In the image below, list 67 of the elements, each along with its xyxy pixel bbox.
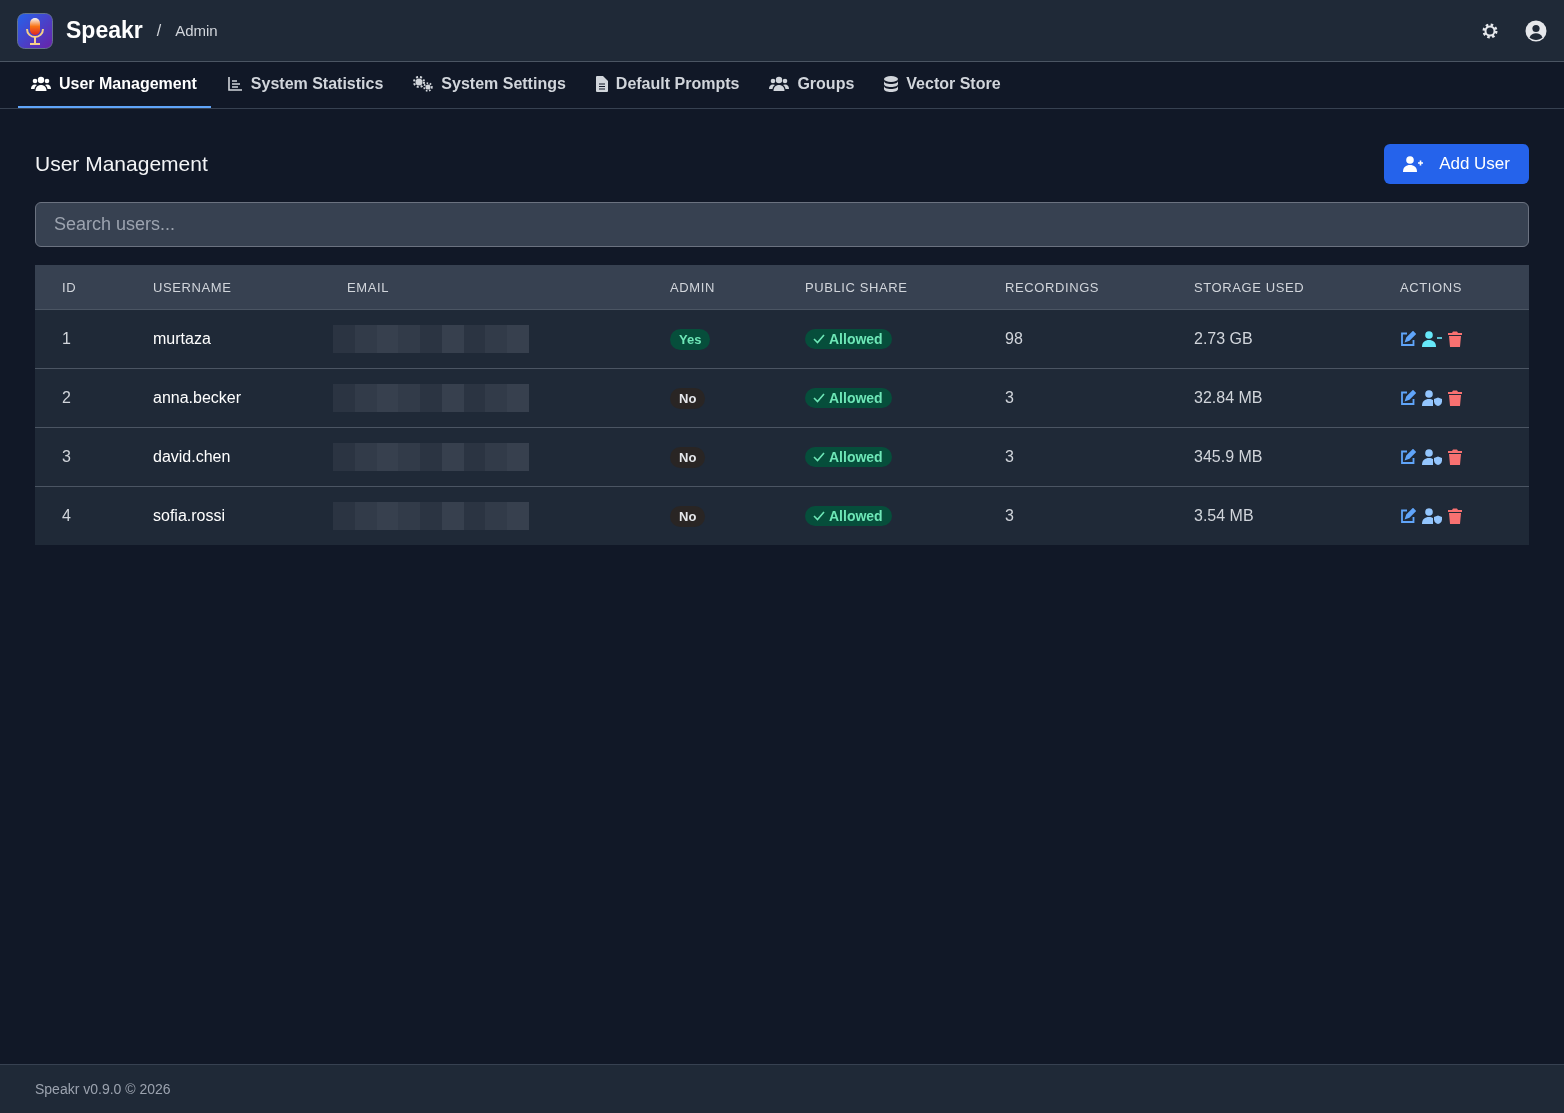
id-cell-text: 1 (61, 330, 72, 348)
id-cell-text: 3 (61, 448, 72, 466)
recordings-cell-text: 3 (1005, 507, 1015, 525)
delete-icon[interactable] (1448, 390, 1462, 406)
column-header: PUBLIC SHARE (805, 279, 909, 295)
username-cell-text: sofia.rossi (153, 507, 227, 525)
edit-icon[interactable] (1400, 390, 1416, 406)
admin-badge: No (670, 505, 706, 527)
column-header: ADMIN (670, 279, 716, 295)
storage-cell-text: 2.73 GB (1194, 330, 1254, 348)
microphone-logo-icon (17, 12, 53, 49)
user-account-icon[interactable] (1525, 19, 1547, 42)
database-icon (884, 76, 899, 92)
column-header: ACTIONS (1400, 279, 1463, 295)
page-title: User Management (35, 152, 208, 176)
storage-cell-text: 3.54 MB (1194, 507, 1255, 525)
column-header: STORAGE USED (1194, 279, 1306, 295)
user-shield-icon[interactable] (1422, 508, 1442, 524)
admin-tab[interactable]: System Settings (400, 62, 580, 108)
share-badge: Allowed (805, 388, 892, 408)
storage-cell-text: 345.9 MB (1194, 448, 1264, 466)
edit-icon[interactable] (1400, 508, 1416, 524)
column-header: ID (61, 279, 78, 295)
share-badge: Allowed (805, 447, 892, 467)
search-field[interactable]: Search users... (35, 202, 1529, 247)
delete-icon[interactable] (1448, 508, 1462, 524)
admin-badge: No (670, 446, 706, 468)
user-shield-icon[interactable] (1422, 449, 1442, 465)
admin-badge: Yes (670, 328, 711, 350)
app-name[interactable]: Speakr (66, 17, 143, 44)
storage-cell-text: 32.84 MB (1194, 389, 1264, 407)
column-header: USERNAME (153, 279, 233, 295)
delete-icon[interactable] (1448, 449, 1462, 465)
users-icon (769, 76, 790, 92)
id-cell-text: 4 (61, 507, 72, 525)
settings-icon[interactable] (1481, 21, 1499, 40)
gears-icon (413, 76, 434, 92)
document-icon (595, 76, 608, 92)
admin-tab[interactable]: System Statistics (213, 62, 398, 108)
admin-badge: No (670, 387, 706, 409)
user-plus-icon (1403, 156, 1426, 172)
admin-tab[interactable]: Default Prompts (582, 62, 754, 108)
user-minus-icon[interactable] (1422, 331, 1442, 347)
recordings-cell-text: 3 (1005, 389, 1015, 407)
footer-text: Speakr v0.9.0 © 2026 (35, 1081, 171, 1097)
breadcrumb-separator: / (156, 21, 162, 40)
column-header: RECORDINGS (1005, 279, 1101, 295)
share-badge: Allowed (805, 506, 892, 526)
recordings-cell-text: 3 (1005, 448, 1015, 466)
chart-icon (226, 76, 243, 92)
admin-tab[interactable]: User Management (18, 62, 211, 108)
delete-icon[interactable] (1448, 331, 1462, 347)
admin-tab[interactable]: Groups (756, 62, 869, 108)
edit-icon[interactable] (1400, 449, 1416, 465)
column-header: EMAIL (347, 279, 390, 295)
breadcrumb-section: Admin (175, 22, 218, 39)
username-cell-text: murtaza (153, 330, 212, 348)
add-user-button[interactable]: Add User (1384, 144, 1529, 184)
admin-tab[interactable]: Vector Store (871, 62, 1015, 108)
edit-icon[interactable] (1400, 331, 1416, 347)
recordings-cell-text: 98 (1005, 330, 1024, 348)
user-shield-icon[interactable] (1422, 390, 1442, 406)
id-cell-text: 2 (61, 389, 72, 407)
share-badge: Allowed (805, 329, 892, 349)
username-cell-text: david.chen (153, 448, 232, 466)
username-cell-text: anna.becker (153, 389, 243, 407)
users-icon (31, 76, 51, 92)
